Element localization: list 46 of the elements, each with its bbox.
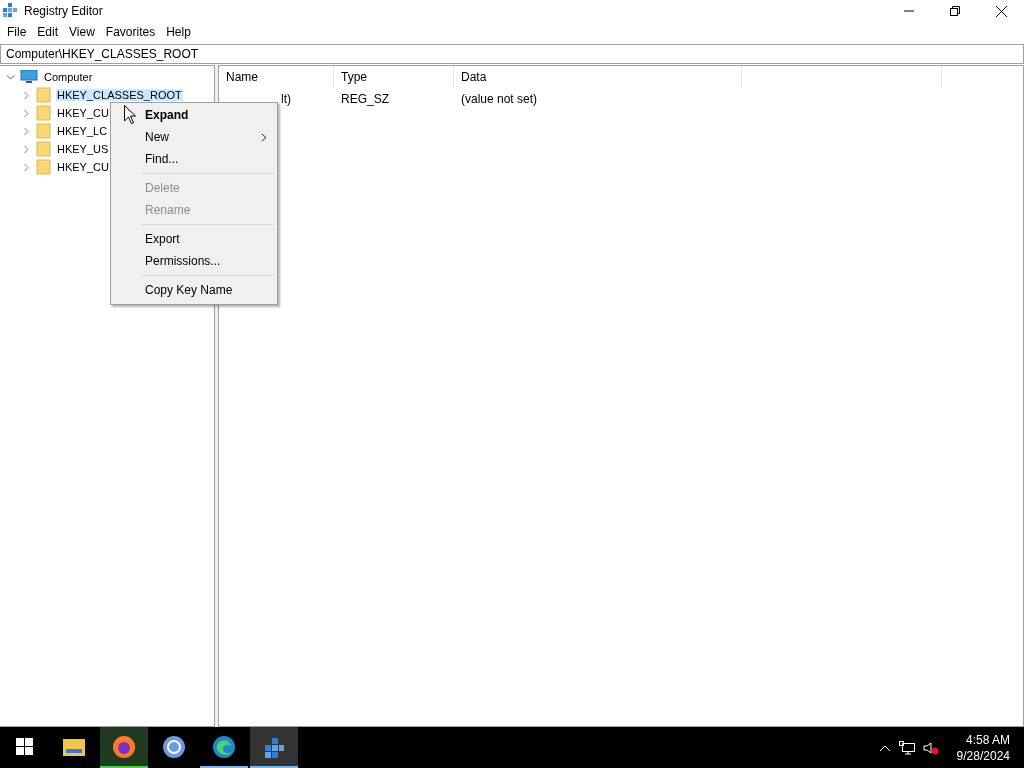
menu-item[interactable]: View xyxy=(63,25,100,39)
mouse-pointer-icon xyxy=(124,105,136,124)
table-cell: lt) xyxy=(281,92,291,106)
address-field[interactable]: Computer\HKEY_CLASSES_ROOT xyxy=(0,44,1024,64)
network-icon[interactable] xyxy=(898,740,915,755)
tree-item[interactable]: Computer xyxy=(43,71,94,83)
menu-item[interactable]: Edit xyxy=(31,25,64,39)
menu-item[interactable]: New xyxy=(111,126,277,148)
menu-item[interactable]: Favorites xyxy=(99,25,161,39)
window-title: Registry Editor xyxy=(24,4,103,18)
registry-cubes-icon xyxy=(2,3,18,19)
table-cell: (value not set) xyxy=(461,92,538,106)
menu-item[interactable]: Find... xyxy=(111,148,277,170)
browser-ring-icon[interactable] xyxy=(162,734,186,759)
taskbar-button[interactable] xyxy=(100,727,148,768)
chevron-up-icon[interactable] xyxy=(878,743,891,752)
menu-item[interactable]: File xyxy=(1,25,32,39)
clock[interactable]: 4:58 AM 9/28/2024 xyxy=(956,731,1010,764)
restore-icon[interactable] xyxy=(950,6,960,16)
column-header[interactable]: Data xyxy=(454,66,742,88)
menu-item[interactable]: Help xyxy=(160,25,196,39)
table-cell: REG_SZ xyxy=(341,92,389,106)
tree-item[interactable]: HKEY_CU xyxy=(56,107,110,119)
computer-icon xyxy=(20,70,38,84)
taskbar-button[interactable] xyxy=(250,727,298,768)
fox-globe-icon[interactable] xyxy=(112,734,136,759)
menu-item[interactable]: Export xyxy=(111,228,277,250)
tree-item[interactable]: HKEY_CLASSES_ROOT xyxy=(56,89,183,101)
column-header[interactable]: Name xyxy=(219,66,334,88)
wave-browser-icon[interactable] xyxy=(212,734,236,759)
tree-item[interactable]: HKEY_CU xyxy=(56,161,110,173)
tree-item[interactable]: HKEY_LC xyxy=(56,125,109,137)
menu-item[interactable]: Copy Key Name xyxy=(111,279,277,301)
folder-icon xyxy=(36,141,51,157)
menu-item[interactable]: Permissions... xyxy=(111,250,277,272)
menu-item[interactable]: Expand xyxy=(111,104,277,126)
windows-logo-icon[interactable] xyxy=(15,738,33,755)
folder-icon xyxy=(36,105,51,121)
close-icon[interactable] xyxy=(995,5,1007,17)
column-header[interactable]: Type xyxy=(334,66,454,88)
folder-icon[interactable] xyxy=(62,736,86,757)
folder-icon xyxy=(36,159,51,175)
tree-item[interactable]: HKEY_US xyxy=(56,143,110,155)
muted-speaker-icon[interactable] xyxy=(922,740,939,755)
folder-icon xyxy=(36,123,51,139)
folder-icon xyxy=(36,87,51,103)
